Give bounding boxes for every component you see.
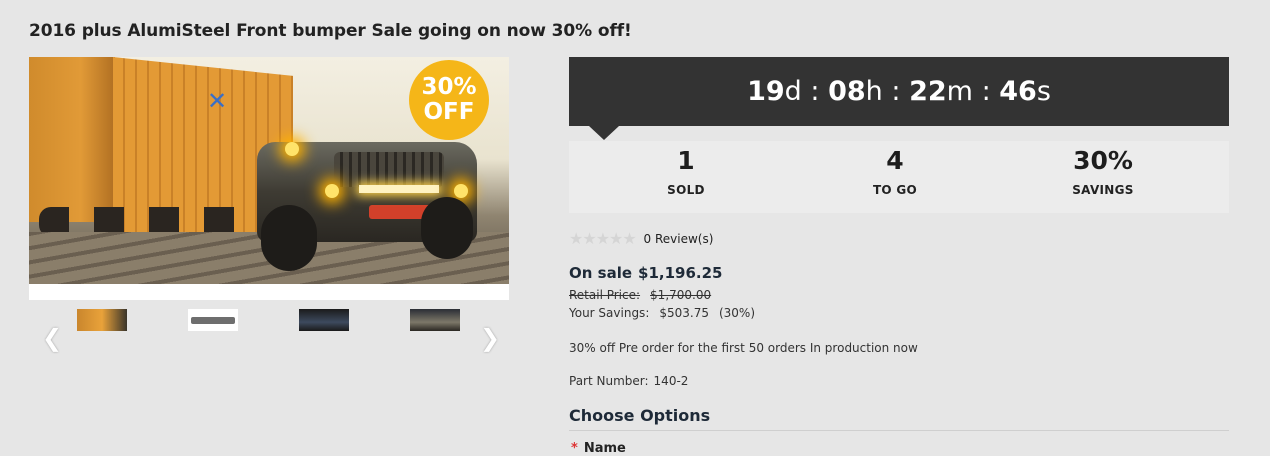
stat-to-go-label: TO GO [872,183,918,197]
your-savings: Your Savings: $503.75 (30%) [569,306,755,320]
badge-off: OFF [423,99,475,125]
logo-mark-icon: ✕ [207,87,228,115]
countdown-separator: : [810,76,820,107]
thumbnail-3[interactable] [299,309,349,331]
star-rating-icon[interactable]: ★★★★★ [569,229,637,248]
stat-to-go-value: 4 [886,146,904,175]
countdown-hours-unit: h [865,76,883,107]
part-number: Part Number: 140-2 [569,374,688,388]
product-description: 30% off Pre order for the first 50 order… [569,341,918,355]
countdown-separator: : [891,76,901,107]
chevron-right-icon[interactable]: ❯ [480,324,500,352]
thumbnail-4[interactable] [410,309,460,331]
sale-price-value: $1,196.25 [638,264,723,282]
option-name-label: Name [583,441,626,456]
savings-amount: $503.75 [659,306,709,320]
stat-sold-value: 1 [677,146,695,175]
required-mark: * [571,441,578,456]
countdown-separator: : [981,76,991,107]
page-title: 2016 plus AlumiSteel Front bumper Sale g… [29,21,632,41]
stat-sold-label: SOLD [667,183,705,197]
countdown-minutes-unit: m [946,76,973,107]
choose-options-heading: Choose Options [569,406,1229,431]
chevron-left-icon[interactable]: ❮ [42,324,62,352]
sale-price: On sale $1,196.25 [569,264,723,282]
part-number-label: Part Number: [569,374,649,388]
savings-percent: (30%) [718,306,756,320]
product-photo: ✕ 30% OFF [29,57,509,284]
countdown-seconds: 46 [999,76,1037,107]
option-field-label: * Name [571,441,626,456]
main-product-image[interactable]: ✕ 30% OFF [29,57,509,300]
thumbnail-1[interactable] [77,309,127,331]
badge-percent: 30% [421,74,477,100]
retail-price-value: $1,700.00 [650,288,712,302]
stat-to-go: 4 TO GO [785,145,1005,197]
stat-savings-value: 30% [1073,146,1133,175]
countdown-days: 19 [747,76,785,107]
countdown-hours: 08 [828,76,866,107]
part-number-value: 140-2 [653,374,689,388]
sale-label: On sale [569,264,633,282]
thumbnail-2[interactable] [188,309,238,331]
retail-price: Retail Price: $1,700.00 [569,288,711,302]
review-summary: ★★★★★ 0 Review(s) [569,229,713,248]
countdown-timer: 19d : 08h : 22m : 46s [569,57,1229,126]
review-count-link[interactable]: 0 Review(s) [644,232,714,246]
stat-sold: 1 SOLD [576,145,796,197]
retail-label: Retail Price: [569,288,641,302]
thumbnail-carousel: ❮ ❯ [29,306,509,366]
countdown-seconds-unit: s [1036,76,1051,107]
discount-badge: 30% OFF [409,60,489,140]
countdown-days-unit: d [784,76,802,107]
savings-label: Your Savings: [569,306,650,320]
countdown-minutes: 22 [909,76,947,107]
stat-savings: 30% SAVINGS [993,145,1213,197]
deal-stats: 1 SOLD 4 TO GO 30% SAVINGS [569,141,1229,213]
countdown-pointer [589,126,619,140]
stat-savings-label: SAVINGS [1072,183,1134,197]
